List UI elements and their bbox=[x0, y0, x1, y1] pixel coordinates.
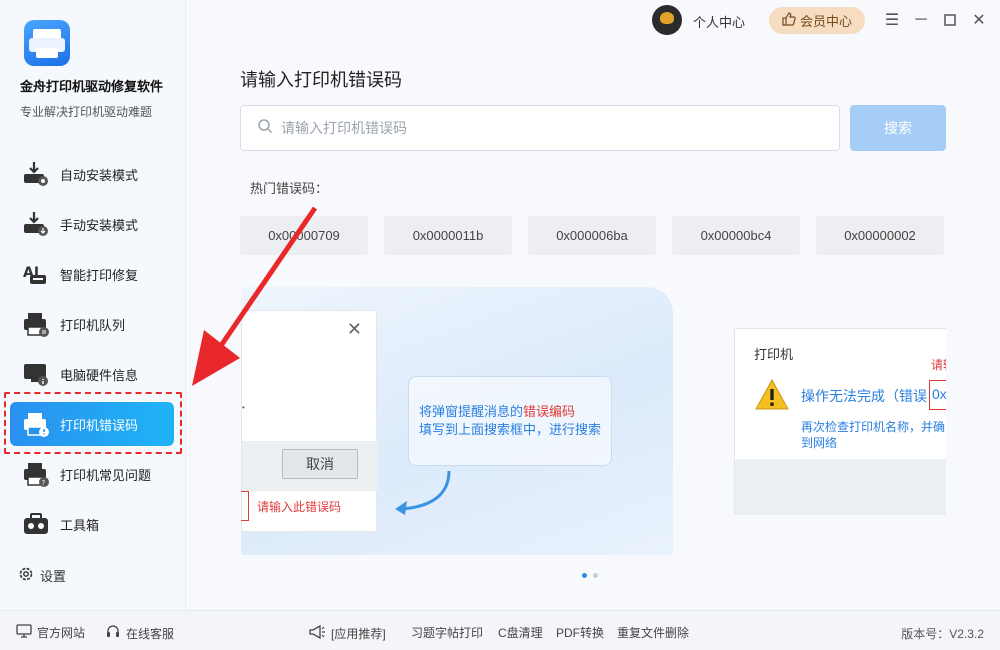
footer-bar: 官方网站 在线客服 [应用推荐] 习题字帖打印 C盘清理 PDF转换 重复文件删… bbox=[0, 610, 1000, 650]
online-service-link[interactable]: 在线客服 bbox=[105, 624, 174, 643]
sidebar-item-toolbox[interactable]: 工具箱 bbox=[10, 502, 174, 546]
sidebar-item-label: 打印机队列 bbox=[60, 317, 126, 333]
recommend-label: [应用推荐] bbox=[331, 627, 386, 641]
settings-label: 设置 bbox=[40, 569, 67, 584]
avatar[interactable] bbox=[652, 5, 682, 35]
close-icon[interactable]: ✕ bbox=[969, 10, 989, 30]
hot-codes-label: 热门错误码： bbox=[250, 181, 329, 196]
sidebar-item-label: 手动安装模式 bbox=[60, 217, 139, 233]
hot-code-chip[interactable]: 0x00000709 bbox=[240, 216, 368, 255]
user-center-link[interactable]: 个人中心 bbox=[693, 12, 745, 31]
search-button[interactable]: 搜索 bbox=[850, 105, 946, 151]
page-title: 请输入打印机错误码 bbox=[240, 70, 402, 90]
sidebar-item-hardware-info[interactable]: 电脑硬件信息 bbox=[10, 352, 174, 396]
enter-code-hint: 请输入此错误码 bbox=[257, 500, 342, 514]
thumbs-up-icon bbox=[782, 12, 796, 29]
minimize-icon[interactable]: ─ bbox=[911, 10, 931, 30]
carousel-dot[interactable] bbox=[582, 573, 587, 578]
install-download-icon bbox=[22, 160, 50, 188]
hot-code-chip[interactable]: 0x00000bc4 bbox=[672, 216, 800, 255]
dialog-sub-text: 再次检查打印机名称，并确 bbox=[801, 420, 946, 434]
toolbox-icon bbox=[22, 510, 50, 538]
vip-center-button[interactable]: 会员中心 bbox=[769, 7, 865, 34]
manual-install-icon bbox=[22, 210, 50, 238]
hot-code-chip[interactable]: 0x00000002 bbox=[816, 216, 944, 255]
settings-button[interactable]: 设置 bbox=[18, 566, 66, 585]
svg-text:?: ? bbox=[42, 479, 46, 487]
tip-highlight: 错误编码 bbox=[523, 404, 576, 419]
tip-bubble: 将弹窗提醒消息的错误编码 填写到上面搜索框中，进行搜索 bbox=[408, 376, 612, 466]
close-icon: ✕ bbox=[346, 319, 362, 339]
footer-app-link[interactable]: PDF转换 bbox=[556, 624, 604, 641]
hot-code-chip[interactable]: 0x0000011b bbox=[384, 216, 512, 255]
carousel-dot[interactable] bbox=[593, 573, 598, 578]
sidebar: 金舟打印机驱动修复软件 专业解决打印机驱动难题 自动安装模式 手动安装模式 AI… bbox=[0, 0, 186, 610]
sidebar-item-printer-faq[interactable]: ? 打印机常见问题 bbox=[10, 452, 174, 496]
menu-icon[interactable]: ☰ bbox=[882, 10, 902, 30]
hot-code-chip[interactable]: 0x000006ba bbox=[528, 216, 656, 255]
printer-queue-icon bbox=[22, 310, 50, 338]
megaphone-icon bbox=[308, 624, 326, 643]
computer-info-icon bbox=[22, 360, 50, 388]
warning-icon bbox=[754, 378, 790, 417]
tip-text: 填写到上面搜索框中，进行搜索 bbox=[419, 422, 602, 437]
sidebar-item-label: 打印机常见问题 bbox=[60, 467, 152, 483]
dialog-title: 打印机 bbox=[754, 347, 794, 362]
tutorial-banner: ✕ • 取消 请输入此错误码 将弹窗提醒消息的错误编码 填写到上面搜索框中，进行… bbox=[241, 287, 946, 555]
search-input[interactable] bbox=[281, 120, 821, 136]
version-label: 版本号：V2.3.2 bbox=[901, 627, 984, 641]
app-subtitle: 专业解决打印机驱动难题 bbox=[20, 105, 153, 119]
official-website-link[interactable]: 官方网站 bbox=[16, 624, 85, 641]
highlight-frame bbox=[4, 392, 182, 454]
footer-link-label: 官方网站 bbox=[37, 626, 86, 640]
footer-app-link[interactable]: C盘清理 bbox=[498, 624, 543, 641]
app-title: 金舟打印机驱动修复软件 bbox=[20, 79, 164, 94]
sidebar-item-auto-install[interactable]: 自动安装模式 bbox=[10, 152, 174, 196]
computer-icon bbox=[16, 624, 32, 641]
maximize-icon[interactable] bbox=[940, 10, 960, 30]
search-field[interactable] bbox=[240, 105, 840, 151]
app-recommend: [应用推荐] bbox=[308, 624, 386, 643]
dialog-error-code: 0x bbox=[929, 380, 946, 410]
dialog-sub-text: 到网络 bbox=[801, 436, 838, 450]
sidebar-item-smart-repair[interactable]: AI 智能打印修复 bbox=[10, 252, 174, 296]
ai-repair-icon: AI bbox=[22, 260, 50, 288]
sidebar-item-label: 工具箱 bbox=[60, 517, 100, 533]
error-code-highlight bbox=[241, 491, 249, 521]
footer-app-link[interactable]: 习题字帖打印 bbox=[411, 624, 483, 641]
search-icon bbox=[257, 118, 273, 139]
sidebar-item-label: 电脑硬件信息 bbox=[60, 367, 139, 383]
printer-faq-icon: ? bbox=[22, 460, 50, 488]
gear-icon bbox=[18, 566, 40, 585]
sidebar-item-printer-queue[interactable]: 打印机队列 bbox=[10, 302, 174, 346]
tip-text: 将弹窗提醒消息的 bbox=[419, 404, 524, 419]
dialog-red-label: 请输 bbox=[931, 358, 946, 372]
carousel-dots[interactable] bbox=[582, 573, 598, 578]
vip-label: 会员中心 bbox=[799, 14, 852, 29]
footer-app-link[interactable]: 重复文件删除 bbox=[617, 624, 689, 641]
sidebar-item-label: 自动安装模式 bbox=[60, 167, 139, 183]
example-dialog-right: 打印机 请输 操作无法完成（错误 0x 再次检查打印机名称，并确 到网络 bbox=[734, 328, 946, 515]
dialog-message: 操作无法完成（错误 bbox=[801, 388, 927, 404]
curved-arrow-icon bbox=[395, 470, 451, 515]
headset-icon bbox=[105, 624, 121, 643]
sidebar-item-label: 智能打印修复 bbox=[60, 267, 139, 283]
example-cancel-button: 取消 bbox=[282, 449, 358, 479]
app-logo-icon bbox=[24, 20, 70, 66]
footer-link-label: 在线客服 bbox=[126, 627, 175, 641]
sidebar-item-manual-install[interactable]: 手动安装模式 bbox=[10, 202, 174, 246]
